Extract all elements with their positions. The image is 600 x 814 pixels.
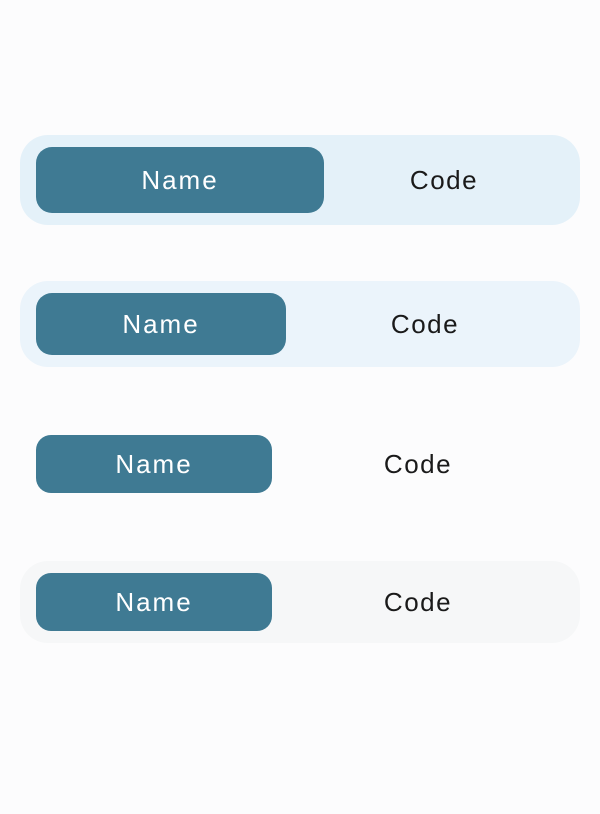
code-label-2[interactable]: Code <box>286 309 564 340</box>
name-button-label: Name <box>141 165 218 196</box>
name-button-label: Name <box>115 587 192 618</box>
code-label-4[interactable]: Code <box>272 587 564 618</box>
toggle-row-1: Name Code <box>20 135 580 225</box>
name-button-1[interactable]: Name <box>36 147 324 213</box>
toggle-row-3: Name Code <box>20 423 580 505</box>
code-label-3[interactable]: Code <box>272 449 564 480</box>
name-button-3[interactable]: Name <box>36 435 272 493</box>
name-button-4[interactable]: Name <box>36 573 272 631</box>
toggle-row-2: Name Code <box>20 281 580 367</box>
name-button-2[interactable]: Name <box>36 293 286 355</box>
toggle-row-4: Name Code <box>20 561 580 643</box>
name-button-label: Name <box>115 449 192 480</box>
name-button-label: Name <box>122 309 199 340</box>
code-label-1[interactable]: Code <box>324 165 564 196</box>
